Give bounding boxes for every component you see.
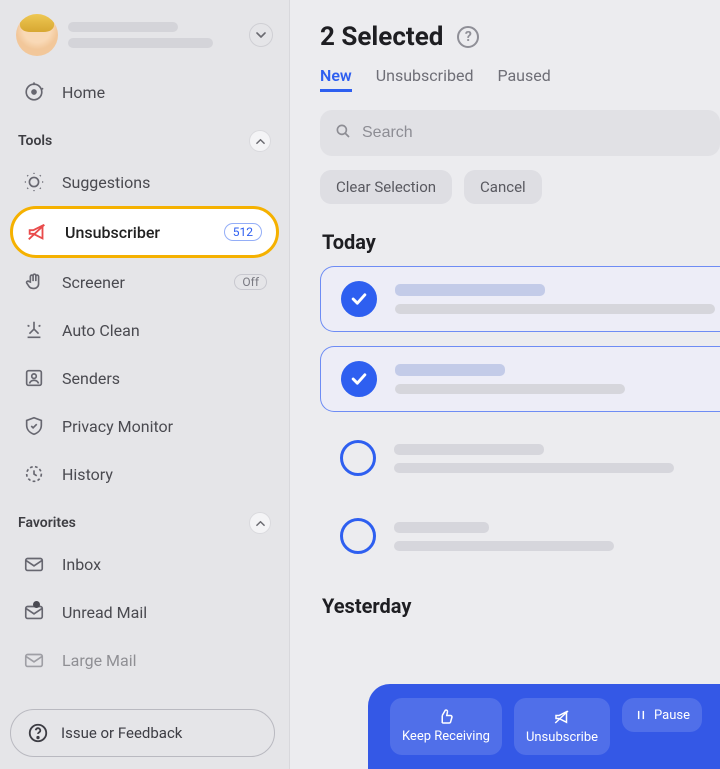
nav-inbox[interactable]: Inbox — [10, 540, 279, 588]
nav-label: Senders — [62, 369, 267, 388]
nav-senders[interactable]: Senders — [10, 354, 279, 402]
profile-switcher[interactable] — [10, 12, 279, 68]
clear-selection-button[interactable]: Clear Selection — [320, 170, 452, 204]
nav-privacy[interactable]: Privacy Monitor — [10, 402, 279, 450]
checkbox-checked[interactable] — [341, 281, 377, 317]
cancel-button[interactable]: Cancel — [464, 170, 542, 204]
nav-label: Privacy Monitor — [62, 417, 267, 436]
checkbox[interactable] — [340, 440, 376, 476]
pause-button[interactable]: Pause — [622, 698, 702, 732]
nav-suggestions[interactable]: Suggestions — [10, 158, 279, 206]
list-item-content — [394, 444, 720, 473]
nav-label: Unread Mail — [62, 603, 267, 622]
nav-label: Inbox — [62, 555, 267, 574]
count-badge: 512 — [224, 223, 262, 241]
list-item-content — [395, 284, 720, 314]
action-bar: Keep Receiving Unsubscribe Pause — [368, 684, 720, 769]
unsubscribe-button[interactable]: Unsubscribe — [514, 698, 610, 755]
page-title: 2 Selected — [320, 22, 443, 52]
avatar — [16, 14, 58, 56]
pause-icon — [634, 706, 648, 724]
feedback-button[interactable]: Issue or Feedback — [10, 709, 275, 757]
search-input[interactable] — [362, 124, 706, 142]
chevron-down-icon[interactable] — [249, 23, 273, 47]
nav-unread[interactable]: Unread Mail — [10, 588, 279, 636]
thumbs-up-icon — [437, 708, 455, 726]
inbox-icon — [22, 552, 46, 576]
collapse-tools[interactable] — [249, 130, 271, 152]
section-favorites: Favorites — [10, 498, 279, 540]
section-tools: Tools — [10, 116, 279, 158]
nav-large-mail[interactable]: Large Mail — [10, 636, 279, 684]
tab-unsubscribed[interactable]: Unsubscribed — [376, 66, 474, 92]
megaphone-off-icon — [553, 708, 571, 726]
search-bar[interactable] — [320, 110, 720, 156]
contact-icon — [22, 366, 46, 390]
nav-label: Screener — [62, 273, 218, 292]
group-yesterday: Yesterday — [322, 594, 720, 618]
main-panel: 2 Selected ? New Unsubscribed Paused Cle… — [290, 0, 720, 769]
group-today: Today — [322, 230, 720, 254]
tab-new[interactable]: New — [320, 66, 352, 92]
nav-home[interactable]: Home — [10, 68, 279, 116]
sidebar: Home Tools Suggestions Unsubscriber 512 … — [0, 0, 290, 769]
list-item[interactable] — [320, 504, 720, 568]
profile-placeholder — [68, 22, 239, 48]
large-mail-icon — [22, 648, 46, 672]
search-icon — [334, 122, 352, 144]
list-item-content — [395, 364, 720, 394]
autoclean-icon — [22, 318, 46, 342]
nav-label: Large Mail — [62, 651, 267, 670]
lightbulb-icon — [22, 170, 46, 194]
nav-autoclean[interactable]: Auto Clean — [10, 306, 279, 354]
section-title: Favorites — [18, 515, 76, 531]
nav-history[interactable]: History — [10, 450, 279, 498]
hand-icon — [22, 270, 46, 294]
list-item[interactable] — [320, 266, 720, 332]
nav-label: Auto Clean — [62, 321, 267, 340]
checkbox[interactable] — [340, 518, 376, 554]
history-icon — [22, 462, 46, 486]
unread-icon — [22, 600, 46, 624]
nav-unsubscriber[interactable]: Unsubscriber 512 — [10, 206, 279, 258]
button-label: Keep Receiving — [402, 730, 490, 745]
nav-label: Suggestions — [62, 173, 267, 192]
list-item[interactable] — [320, 426, 720, 490]
shield-icon — [22, 414, 46, 438]
button-label: Pause — [654, 708, 690, 723]
button-label: Unsubscribe — [526, 730, 598, 745]
list-item[interactable] — [320, 346, 720, 412]
nav-label: History — [62, 465, 267, 484]
filter-tabs: New Unsubscribed Paused — [320, 66, 720, 92]
nav-label: Unsubscriber — [65, 223, 208, 242]
collapse-favorites[interactable] — [249, 512, 271, 534]
feedback-label: Issue or Feedback — [61, 724, 182, 742]
question-icon — [27, 722, 49, 744]
keep-receiving-button[interactable]: Keep Receiving — [390, 698, 502, 755]
checkbox-checked[interactable] — [341, 361, 377, 397]
megaphone-off-icon — [25, 220, 49, 244]
list-item-content — [394, 522, 720, 551]
nav-label: Home — [62, 83, 267, 102]
status-badge: Off — [234, 274, 267, 290]
nav-screener[interactable]: Screener Off — [10, 258, 279, 306]
home-icon — [22, 80, 46, 104]
help-icon[interactable]: ? — [457, 26, 479, 48]
tab-paused[interactable]: Paused — [497, 66, 550, 92]
section-title: Tools — [18, 133, 52, 149]
